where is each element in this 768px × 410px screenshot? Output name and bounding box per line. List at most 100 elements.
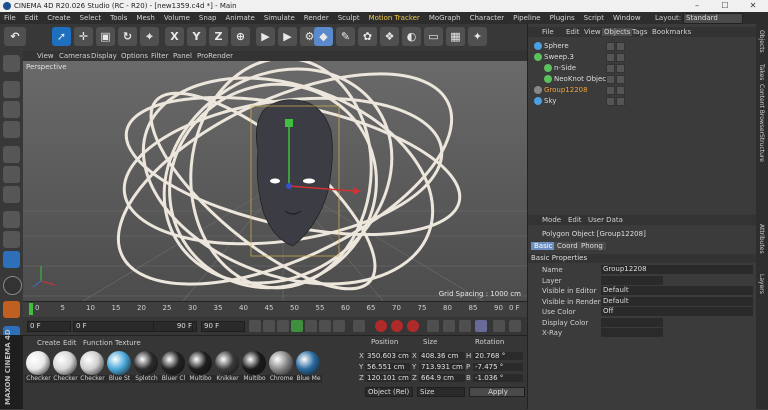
menu-window[interactable]: Window [613, 14, 641, 22]
play-icon[interactable] [291, 320, 303, 332]
enable-toggle[interactable] [616, 97, 625, 106]
next-frame-icon[interactable] [305, 320, 317, 332]
timeline-menu-icon[interactable] [509, 320, 521, 332]
magnet-icon[interactable] [3, 301, 20, 318]
rotation-key-icon[interactable] [459, 320, 471, 332]
attribute-value[interactable] [601, 317, 663, 327]
menu-create[interactable]: Create [47, 14, 70, 22]
viewport-menu-options[interactable]: Options [121, 52, 148, 60]
side-tab-attributes[interactable]: Attributes [758, 224, 765, 254]
viewport-menu-display[interactable]: Display [91, 52, 117, 60]
material-swatch[interactable]: Multibo [241, 351, 268, 391]
menu-tools[interactable]: Tools [110, 14, 127, 22]
attribute-tab-phong[interactable]: Phong [578, 242, 606, 250]
material-swatch[interactable]: Checker [52, 351, 79, 391]
timeline[interactable]: 0 5 10 15 20 25 30 35 40 45 50 55 60 65 70 75 80 85 90 0 F [23, 301, 527, 318]
next-key-icon[interactable] [319, 320, 331, 332]
material-menu-texture[interactable]: Texture [115, 339, 141, 347]
coordinate-system-icon[interactable]: ⊕ [231, 27, 250, 46]
goto-start-icon[interactable] [249, 320, 261, 332]
menu-mograph[interactable]: MoGraph [429, 14, 461, 22]
visibility-toggle[interactable] [606, 42, 615, 51]
visibility-toggle[interactable] [606, 86, 615, 95]
enable-toggle[interactable] [616, 86, 625, 95]
pen-spline-icon[interactable]: ✎ [336, 27, 355, 46]
viewport[interactable]: Perspective Grid Spacing : 1000 cm [23, 61, 527, 301]
object-row[interactable]: Sky [528, 96, 757, 107]
move-cursor-icon[interactable]: ➚ [52, 27, 71, 46]
menu-script[interactable]: Script [584, 14, 604, 22]
object-name[interactable]: Sphere [544, 42, 569, 50]
size-field[interactable]: 408.36 cm [419, 352, 465, 360]
scale-tool-icon[interactable]: ▣ [96, 27, 115, 46]
snapping-icon[interactable] [3, 251, 20, 268]
attribute-value[interactable]: Default [601, 296, 753, 306]
move-tool-icon[interactable]: ✛ [74, 27, 93, 46]
viewport-menu-filter[interactable]: Filter [151, 52, 168, 60]
material-swatch[interactable]: Splotch [133, 351, 160, 391]
visibility-toggle[interactable] [606, 75, 615, 84]
prev-frame-icon[interactable] [277, 320, 289, 332]
current-frame-field[interactable]: 0 F [27, 321, 71, 332]
render-view-icon[interactable]: ▶ [256, 27, 275, 46]
attribute-value[interactable] [601, 328, 663, 337]
material-menu-create[interactable]: Create [37, 339, 60, 347]
enable-toggle[interactable] [616, 64, 625, 73]
material-menu-function[interactable]: Function [83, 339, 113, 347]
material-swatch[interactable]: Checker [25, 351, 52, 391]
side-tab-structure[interactable]: Structure [758, 134, 765, 162]
material-swatch[interactable]: Blue St [106, 351, 133, 391]
viewport-menu-cameras[interactable]: Cameras [59, 52, 90, 60]
floor-icon[interactable]: ▭ [424, 27, 443, 46]
rotation-field[interactable]: -1.036 ° [473, 374, 523, 382]
viewport-menu-prorender[interactable]: ProRender [197, 52, 233, 60]
maximize-button[interactable]: ☐ [711, 0, 739, 12]
object-menu-bookmarks[interactable]: Bookmarks [652, 28, 691, 36]
last-tool-icon[interactable]: ⌖ [140, 27, 159, 46]
max-frame-field[interactable]: 90 F [201, 321, 245, 332]
auto-keying-icon[interactable] [391, 320, 403, 332]
object-name[interactable]: NeoKnot Object [554, 75, 609, 83]
parameter-key-icon[interactable] [475, 320, 487, 332]
texture-mode-icon[interactable] [3, 101, 20, 118]
position-field[interactable]: 56.551 cm [365, 363, 411, 371]
material-swatch[interactable]: Blue Me [295, 351, 322, 391]
menu-file[interactable]: File [4, 14, 16, 22]
object-row[interactable]: Sweep.3 [528, 52, 757, 63]
object-menu-file[interactable]: File [542, 28, 554, 36]
light-icon[interactable]: ✦ [468, 27, 487, 46]
material-swatch[interactable]: Multibo [187, 351, 214, 391]
side-tab-objects[interactable]: Objects [758, 30, 765, 53]
object-row[interactable]: Group12208 [528, 85, 757, 96]
record-keys-icon[interactable] [375, 320, 387, 332]
menu-mesh[interactable]: Mesh [136, 14, 154, 22]
attribute-value[interactable]: Off [601, 307, 753, 316]
attribute-value[interactable] [601, 275, 663, 285]
object-name[interactable]: n-Side [554, 64, 576, 72]
attribute-value[interactable]: Default [601, 286, 753, 295]
menu-motion-tracker[interactable]: Motion Tracker [369, 14, 420, 22]
menu-volume[interactable]: Volume [164, 14, 190, 22]
visibility-toggle[interactable] [606, 53, 615, 62]
menu-plugins[interactable]: Plugins [550, 14, 575, 22]
coord-mode-select[interactable]: Object (Rel) [365, 387, 413, 397]
attribute-menu-edit[interactable]: Edit [568, 216, 582, 224]
position-key-icon[interactable] [427, 320, 439, 332]
soft-selection-icon[interactable] [3, 276, 22, 295]
tweak-icon[interactable] [3, 231, 20, 248]
render-picture-viewer-icon[interactable]: ▶ [278, 27, 297, 46]
material-swatch[interactable]: Bluer Cl [160, 351, 187, 391]
object-row[interactable]: Sphere [528, 41, 757, 52]
rotation-field[interactable]: -7.475 ° [473, 363, 523, 371]
side-tab-content-browser[interactable]: Content Browser [758, 84, 765, 134]
menu-pipeline[interactable]: Pipeline [513, 14, 540, 22]
visibility-toggle[interactable] [606, 64, 615, 73]
attribute-menu-mode[interactable]: Mode [542, 216, 561, 224]
model-mode-icon[interactable] [3, 81, 20, 98]
rotation-field[interactable]: 20.768 ° [473, 352, 523, 360]
size-field[interactable]: 664.9 cm [419, 374, 465, 382]
y-axis-lock-icon[interactable]: Y [187, 27, 206, 46]
object-menu-tags[interactable]: Tags [632, 28, 648, 36]
pla-key-icon[interactable] [493, 320, 505, 332]
position-field[interactable]: 120.101 cm [365, 374, 411, 382]
